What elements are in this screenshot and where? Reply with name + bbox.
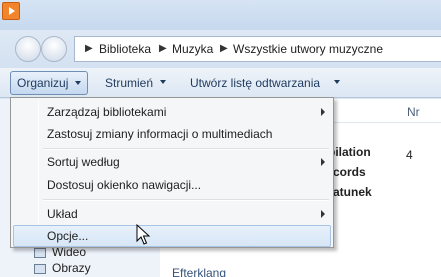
menu-item-label: Opcje... — [47, 229, 89, 243]
menu-item-label: Zarządzaj bibliotekami — [47, 105, 167, 119]
menu-divider — [43, 199, 329, 201]
back-button[interactable] — [15, 36, 41, 62]
organize-button[interactable]: Organizuj — [10, 71, 88, 95]
pictures-icon — [34, 264, 46, 274]
menu-item-label: Zastosuj zmiany informacji o multimediac… — [47, 127, 273, 141]
menu-item-apply-media-info[interactable]: Zastosuj zmiany informacji o multimediac… — [13, 123, 331, 145]
submenu-arrow-icon — [321, 210, 325, 218]
video-icon — [34, 248, 46, 258]
organize-label: Organizuj — [17, 76, 69, 90]
menu-item-label: Układ — [47, 207, 78, 221]
album-text: pilation — [328, 145, 371, 159]
organize-menu: Zarządzaj bibliotekami Zastosuj zmiany i… — [10, 97, 334, 248]
menu-item-options[interactable]: Opcje... — [13, 225, 331, 247]
menu-divider — [43, 148, 329, 150]
breadcrumb-chevron-icon[interactable]: ▶ — [220, 43, 228, 54]
album-text: atunek — [333, 185, 372, 199]
media-player-icon[interactable] — [2, 2, 20, 20]
menu-item-sort-by[interactable]: Sortuj według — [13, 151, 331, 173]
navigation-bar: ▶ Biblioteka ▶ Muzyka ▶ Wszystkie utwory… — [0, 30, 441, 68]
create-playlist-button[interactable]: Utwórz listę odtwarzania — [190, 76, 320, 90]
toolbar: Organizuj Strumień Utwórz listę odtwarza… — [0, 68, 441, 98]
menu-item-manage-libraries[interactable]: Zarządzaj bibliotekami — [13, 101, 331, 123]
breadcrumb-chevron-icon[interactable]: ▶ — [159, 43, 167, 54]
menu-item-label: Dostosuj okienko nawigacji... — [47, 178, 202, 192]
column-header-nr[interactable]: Nr — [407, 105, 420, 119]
title-bar — [0, 0, 441, 30]
breadcrumb-item-library[interactable]: Biblioteka — [99, 42, 151, 56]
breadcrumb-chevron-icon[interactable]: ▶ — [85, 43, 93, 54]
stream-button[interactable]: Strumień — [105, 76, 153, 90]
chevron-down-icon[interactable] — [334, 80, 340, 84]
menu-item-label: Sortuj według — [47, 155, 120, 169]
chevron-down-icon[interactable] — [160, 80, 166, 84]
column-header: Nr — [330, 99, 441, 123]
album-text: cords — [333, 165, 366, 179]
submenu-arrow-icon — [321, 158, 325, 166]
breadcrumb-item-all-songs[interactable]: Wszystkie utwory muzyczne — [233, 42, 383, 56]
forward-button[interactable] — [41, 36, 67, 62]
nav-item-pictures[interactable]: Obrazy — [52, 261, 91, 275]
track-number: 4 — [406, 148, 413, 162]
breadcrumb-item-music[interactable]: Muzyka — [172, 42, 213, 56]
submenu-arrow-icon — [321, 108, 325, 116]
address-bar[interactable]: ▶ Biblioteka ▶ Muzyka ▶ Wszystkie utwory… — [74, 36, 441, 62]
chevron-down-icon — [75, 81, 81, 85]
album-text: Efterklang — [172, 266, 227, 277]
mouse-cursor-icon — [136, 224, 151, 245]
menu-item-layout[interactable]: Układ — [13, 203, 331, 225]
menu-item-customize-navigation[interactable]: Dostosuj okienko nawigacji... — [13, 174, 331, 196]
